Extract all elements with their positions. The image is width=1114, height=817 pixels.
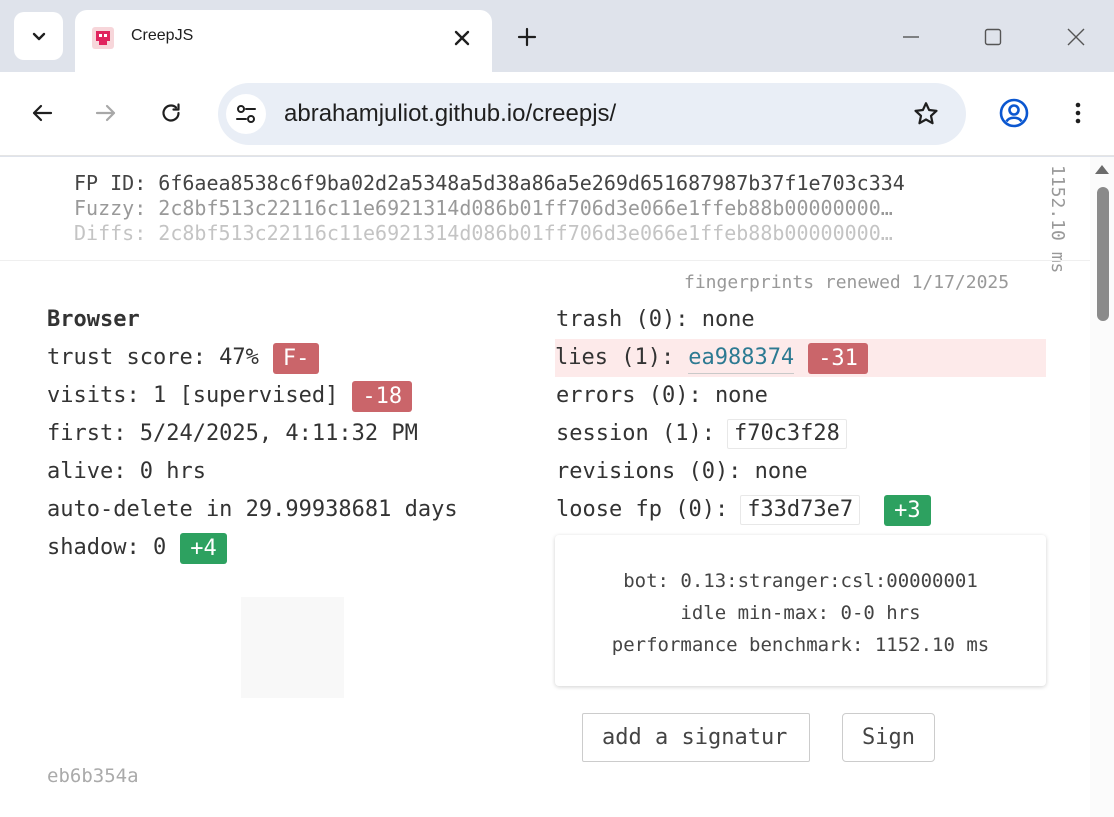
browser-tab[interactable]: CreepJS bbox=[75, 10, 492, 72]
fp-fuzzy-value: 2c8bf513c22116c11e6921314d086b01ff706d3e… bbox=[158, 196, 893, 220]
fp-id-label: FP ID: bbox=[74, 171, 147, 195]
fp-fuzzy-line: Fuzzy: 2c8bf513c22116c11e6921314d086b01f… bbox=[74, 196, 1019, 221]
tab-title: CreepJS bbox=[131, 27, 194, 44]
chevron-down-icon bbox=[32, 32, 45, 41]
alive-row: alive: 0 hrs bbox=[47, 459, 206, 484]
lies-badge: -31 bbox=[808, 342, 868, 374]
auto-delete-row: auto-delete in 29.99938681 days bbox=[47, 497, 458, 522]
browser-toolbar: abrahamjuliot.github.io/creepjs/ bbox=[0, 72, 1114, 156]
maximize-icon bbox=[984, 28, 1002, 46]
minimize-button[interactable] bbox=[896, 22, 926, 52]
errors-row: errors (0): none bbox=[556, 383, 768, 408]
close-window-button[interactable] bbox=[1061, 22, 1091, 52]
back-button[interactable] bbox=[24, 95, 60, 131]
minimize-icon bbox=[903, 36, 919, 38]
tune-icon bbox=[236, 105, 256, 123]
creepjs-favicon-icon bbox=[92, 27, 114, 49]
fp-timing: 1152.10 ms bbox=[1046, 165, 1076, 295]
trust-score-text: trust score: 47% bbox=[47, 345, 259, 370]
revisions-row: revisions (0): none bbox=[556, 459, 808, 484]
visits-badge: -18 bbox=[352, 380, 413, 412]
fingerprint-header: FP ID: 6f6aea8538c6f9ba02d2a5348a5d38a86… bbox=[74, 171, 1019, 246]
performance-benchmark: performance benchmark: 1152.10 ms bbox=[611, 634, 990, 656]
forward-button[interactable] bbox=[88, 95, 124, 131]
fp-id-value: 6f6aea8538c6f9ba02d2a5348a5d38a86a5e269d… bbox=[158, 171, 905, 195]
vertical-scrollbar[interactable] bbox=[1090, 157, 1114, 817]
session-label: session (1): bbox=[556, 421, 715, 446]
fp-id-line: FP ID: 6f6aea8538c6f9ba02d2a5348a5d38a86… bbox=[74, 171, 1019, 196]
section-title: Browser bbox=[47, 307, 140, 332]
visits-row: visits: 1 [supervised] -18 bbox=[47, 377, 458, 415]
loose-fp-hash: f33d73e7 bbox=[740, 495, 861, 525]
reload-icon bbox=[162, 103, 180, 122]
star-icon bbox=[914, 102, 938, 125]
maximize-button[interactable] bbox=[978, 22, 1008, 52]
bookmark-button[interactable] bbox=[910, 98, 942, 130]
renewed-note: fingerprints renewed 1/17/2025 bbox=[684, 272, 1010, 293]
bot-card: bot: 0.13:stranger:csl:00000001 idle min… bbox=[555, 535, 1046, 686]
plus-icon bbox=[517, 27, 537, 47]
session-row: session (1): f70c3f28 bbox=[556, 415, 1046, 453]
idle-range: idle min-max: 0-0 hrs bbox=[680, 602, 921, 624]
trust-score-row: trust score: 47% F- bbox=[47, 339, 458, 377]
trust-grade-badge: F- bbox=[272, 342, 320, 374]
footer-hash: eb6b354a bbox=[47, 765, 139, 787]
browser-summary: Browser trust score: 47% F- visits: 1 [s… bbox=[47, 301, 458, 567]
more-vert-icon bbox=[1075, 102, 1081, 124]
site-info-button[interactable] bbox=[226, 94, 266, 134]
profile-button[interactable] bbox=[996, 95, 1032, 131]
analysis-summary: trash (0): none lies (1): ea988374 -31 e… bbox=[555, 301, 1046, 529]
session-hash: f70c3f28 bbox=[726, 419, 847, 449]
shadow-badge: +4 bbox=[180, 532, 227, 564]
tab-strip: CreepJS bbox=[0, 0, 1114, 72]
address-bar[interactable]: abrahamjuliot.github.io/creepjs/ bbox=[218, 83, 966, 145]
shadow-row: shadow: 0 +4 bbox=[47, 529, 458, 567]
reload-button[interactable] bbox=[153, 95, 189, 131]
arrow-left-icon bbox=[32, 104, 53, 122]
header-divider bbox=[0, 260, 1090, 261]
tab-close-button[interactable] bbox=[450, 26, 474, 50]
lies-row: lies (1): ea988374 -31 bbox=[555, 339, 1046, 377]
lies-label: lies (1): bbox=[555, 345, 675, 370]
trash-row: trash (0): none bbox=[556, 307, 755, 332]
signature-input[interactable]: add a signatur bbox=[582, 713, 810, 762]
fp-timing-text: 1152.10 ms bbox=[1047, 165, 1068, 274]
scroll-up-arrow-icon[interactable] bbox=[1095, 165, 1109, 174]
loose-fp-label: loose fp (0): bbox=[556, 497, 729, 522]
image-placeholder bbox=[241, 597, 344, 698]
lies-hash-link[interactable]: ea988374 bbox=[688, 343, 795, 374]
page-content: FP ID: 6f6aea8538c6f9ba02d2a5348a5d38a86… bbox=[0, 157, 1114, 817]
fp-fuzzy-label: Fuzzy: bbox=[74, 196, 147, 220]
arrow-right-icon bbox=[95, 104, 116, 122]
tab-search-button[interactable] bbox=[14, 12, 63, 60]
url-text[interactable]: abrahamjuliot.github.io/creepjs/ bbox=[284, 100, 616, 128]
fp-diffs-line: Diffs: 2c8bf513c22116c11e6921314d086b01f… bbox=[74, 221, 1019, 246]
scroll-thumb[interactable] bbox=[1097, 187, 1109, 321]
profile-icon bbox=[999, 98, 1029, 128]
bot-score: bot: 0.13:stranger:csl:00000001 bbox=[623, 570, 978, 592]
close-icon bbox=[454, 30, 470, 46]
loose-fp-row: loose fp (0): f33d73e7 +3 bbox=[556, 491, 1046, 529]
visits-text: visits: 1 [supervised] bbox=[47, 383, 339, 408]
sign-button[interactable]: Sign bbox=[842, 713, 935, 762]
close-icon bbox=[1067, 28, 1085, 46]
loose-fp-badge: +3 bbox=[884, 494, 931, 526]
fp-diffs-value: 2c8bf513c22116c11e6921314d086b01ff706d3e… bbox=[158, 221, 893, 245]
menu-button[interactable] bbox=[1060, 95, 1096, 131]
fp-diffs-label: Diffs: bbox=[74, 221, 147, 245]
new-tab-button[interactable] bbox=[512, 22, 542, 52]
shadow-text: shadow: 0 bbox=[47, 535, 167, 560]
first-visit-row: first: 5/24/2025, 4:11:32 PM bbox=[47, 421, 418, 446]
